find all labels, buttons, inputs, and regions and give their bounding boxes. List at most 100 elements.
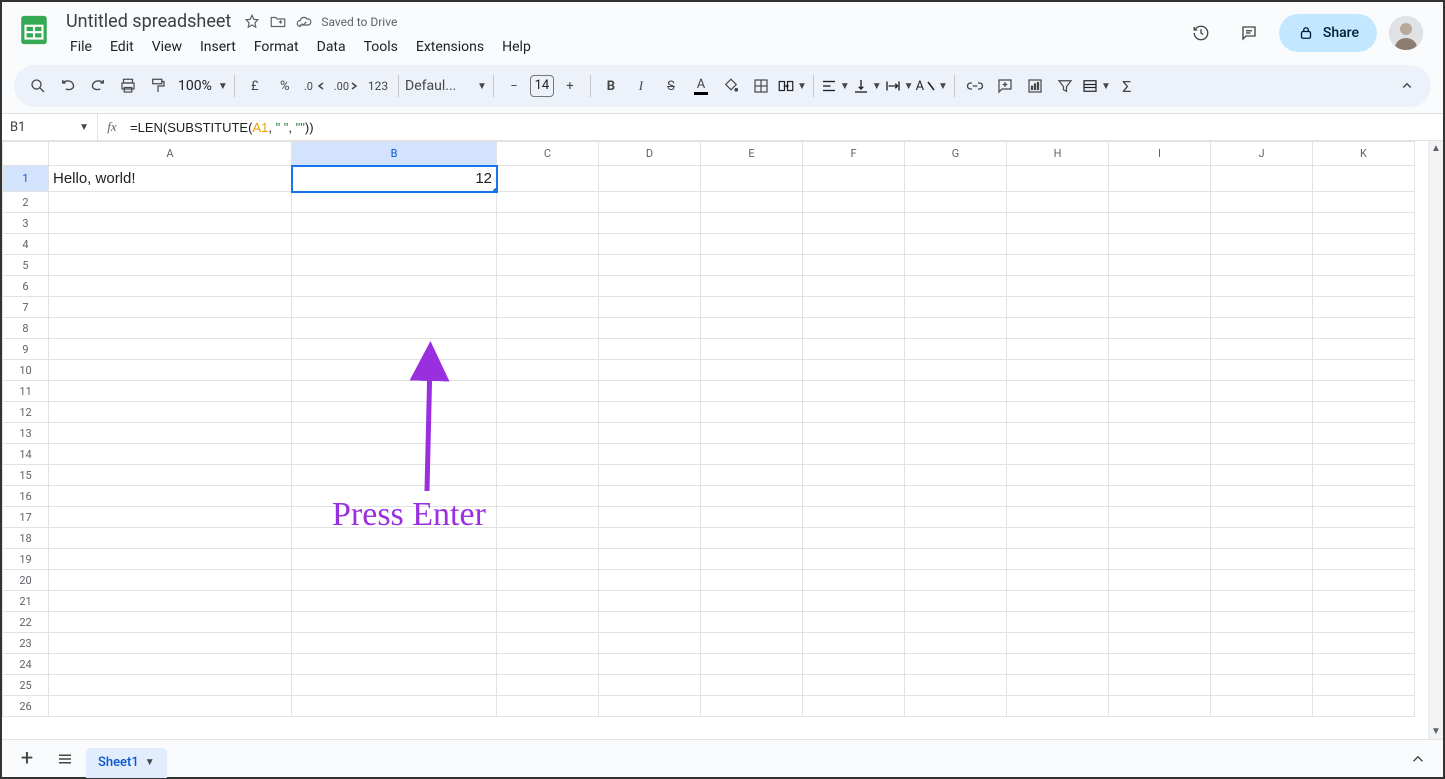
cell-E7[interactable] [701, 297, 803, 318]
cell-K24[interactable] [1313, 654, 1415, 675]
move-icon[interactable] [269, 13, 287, 31]
table-view-icon[interactable]: ▼ [1081, 77, 1111, 95]
cell-D25[interactable] [599, 675, 701, 696]
row-header-4[interactable]: 4 [3, 234, 49, 255]
cell-E26[interactable] [701, 696, 803, 717]
cell-E14[interactable] [701, 444, 803, 465]
cell-A22[interactable] [49, 612, 292, 633]
row-header-11[interactable]: 11 [3, 381, 49, 402]
cell-B21[interactable] [292, 591, 497, 612]
cell-J4[interactable] [1211, 234, 1313, 255]
cell-G11[interactable] [905, 381, 1007, 402]
cell-K10[interactable] [1313, 360, 1415, 381]
cell-I22[interactable] [1109, 612, 1211, 633]
cell-I25[interactable] [1109, 675, 1211, 696]
star-icon[interactable] [243, 13, 261, 31]
cell-F6[interactable] [803, 276, 905, 297]
cell-B18[interactable] [292, 528, 497, 549]
cell-B1[interactable]: 12 [292, 166, 497, 192]
cell-D19[interactable] [599, 549, 701, 570]
cell-J12[interactable] [1211, 402, 1313, 423]
cell-J9[interactable] [1211, 339, 1313, 360]
zoom-select[interactable]: 100%▼ [174, 78, 228, 94]
cell-D21[interactable] [599, 591, 701, 612]
cell-F21[interactable] [803, 591, 905, 612]
cell-E12[interactable] [701, 402, 803, 423]
cell-D7[interactable] [599, 297, 701, 318]
cell-G10[interactable] [905, 360, 1007, 381]
cell-E8[interactable] [701, 318, 803, 339]
cell-D20[interactable] [599, 570, 701, 591]
row-header-10[interactable]: 10 [3, 360, 49, 381]
cell-E18[interactable] [701, 528, 803, 549]
cell-K17[interactable] [1313, 507, 1415, 528]
row-header-22[interactable]: 22 [3, 612, 49, 633]
cell-B3[interactable] [292, 213, 497, 234]
insert-chart-icon[interactable] [1021, 72, 1049, 100]
font-select[interactable]: Defaul...▼ [405, 78, 487, 94]
cell-K3[interactable] [1313, 213, 1415, 234]
cell-C25[interactable] [497, 675, 599, 696]
all-sheets-button[interactable] [48, 744, 82, 774]
cloud-icon[interactable] [295, 13, 313, 31]
cell-G12[interactable] [905, 402, 1007, 423]
cell-G21[interactable] [905, 591, 1007, 612]
menu-data[interactable]: Data [309, 35, 354, 59]
cell-J3[interactable] [1211, 213, 1313, 234]
spreadsheet-grid[interactable]: ABCDEFGHIJK1Hello, world!122345678910111… [2, 141, 1443, 739]
collapse-toolbar-icon[interactable] [1393, 72, 1421, 100]
col-header-A[interactable]: A [49, 142, 292, 166]
cell-C24[interactable] [497, 654, 599, 675]
cell-E23[interactable] [701, 633, 803, 654]
formula-input[interactable]: =LEN(SUBSTITUTE(A1, " ", "")) [126, 120, 1443, 135]
cell-F13[interactable] [803, 423, 905, 444]
cell-E16[interactable] [701, 486, 803, 507]
cell-I18[interactable] [1109, 528, 1211, 549]
cell-C14[interactable] [497, 444, 599, 465]
text-color-button[interactable]: A [687, 72, 715, 100]
cell-G16[interactable] [905, 486, 1007, 507]
col-header-I[interactable]: I [1109, 142, 1211, 166]
cell-F20[interactable] [803, 570, 905, 591]
cell-B20[interactable] [292, 570, 497, 591]
cell-C26[interactable] [497, 696, 599, 717]
cell-C6[interactable] [497, 276, 599, 297]
cell-H22[interactable] [1007, 612, 1109, 633]
menu-format[interactable]: Format [246, 35, 307, 59]
cell-E24[interactable] [701, 654, 803, 675]
cell-J1[interactable] [1211, 166, 1313, 192]
cell-K11[interactable] [1313, 381, 1415, 402]
cell-K18[interactable] [1313, 528, 1415, 549]
insert-comment-icon[interactable] [991, 72, 1019, 100]
cell-I15[interactable] [1109, 465, 1211, 486]
cell-I23[interactable] [1109, 633, 1211, 654]
cell-F25[interactable] [803, 675, 905, 696]
add-sheet-button[interactable]: + [10, 744, 44, 774]
cell-A11[interactable] [49, 381, 292, 402]
cell-A21[interactable] [49, 591, 292, 612]
cell-G17[interactable] [905, 507, 1007, 528]
row-header-16[interactable]: 16 [3, 486, 49, 507]
cell-F12[interactable] [803, 402, 905, 423]
more-formats-button[interactable]: 123 [364, 72, 392, 100]
valign-button[interactable]: ▼ [852, 77, 882, 95]
cell-A20[interactable] [49, 570, 292, 591]
cell-K1[interactable] [1313, 166, 1415, 192]
cell-A18[interactable] [49, 528, 292, 549]
cell-E9[interactable] [701, 339, 803, 360]
col-header-K[interactable]: K [1313, 142, 1415, 166]
col-header-D[interactable]: D [599, 142, 701, 166]
cell-E17[interactable] [701, 507, 803, 528]
cell-H18[interactable] [1007, 528, 1109, 549]
cell-B4[interactable] [292, 234, 497, 255]
cell-D8[interactable] [599, 318, 701, 339]
cell-K20[interactable] [1313, 570, 1415, 591]
cell-B6[interactable] [292, 276, 497, 297]
cell-F16[interactable] [803, 486, 905, 507]
cell-A26[interactable] [49, 696, 292, 717]
comment-icon[interactable] [1231, 15, 1267, 51]
col-header-H[interactable]: H [1007, 142, 1109, 166]
cell-I5[interactable] [1109, 255, 1211, 276]
cell-G2[interactable] [905, 192, 1007, 213]
cell-I26[interactable] [1109, 696, 1211, 717]
